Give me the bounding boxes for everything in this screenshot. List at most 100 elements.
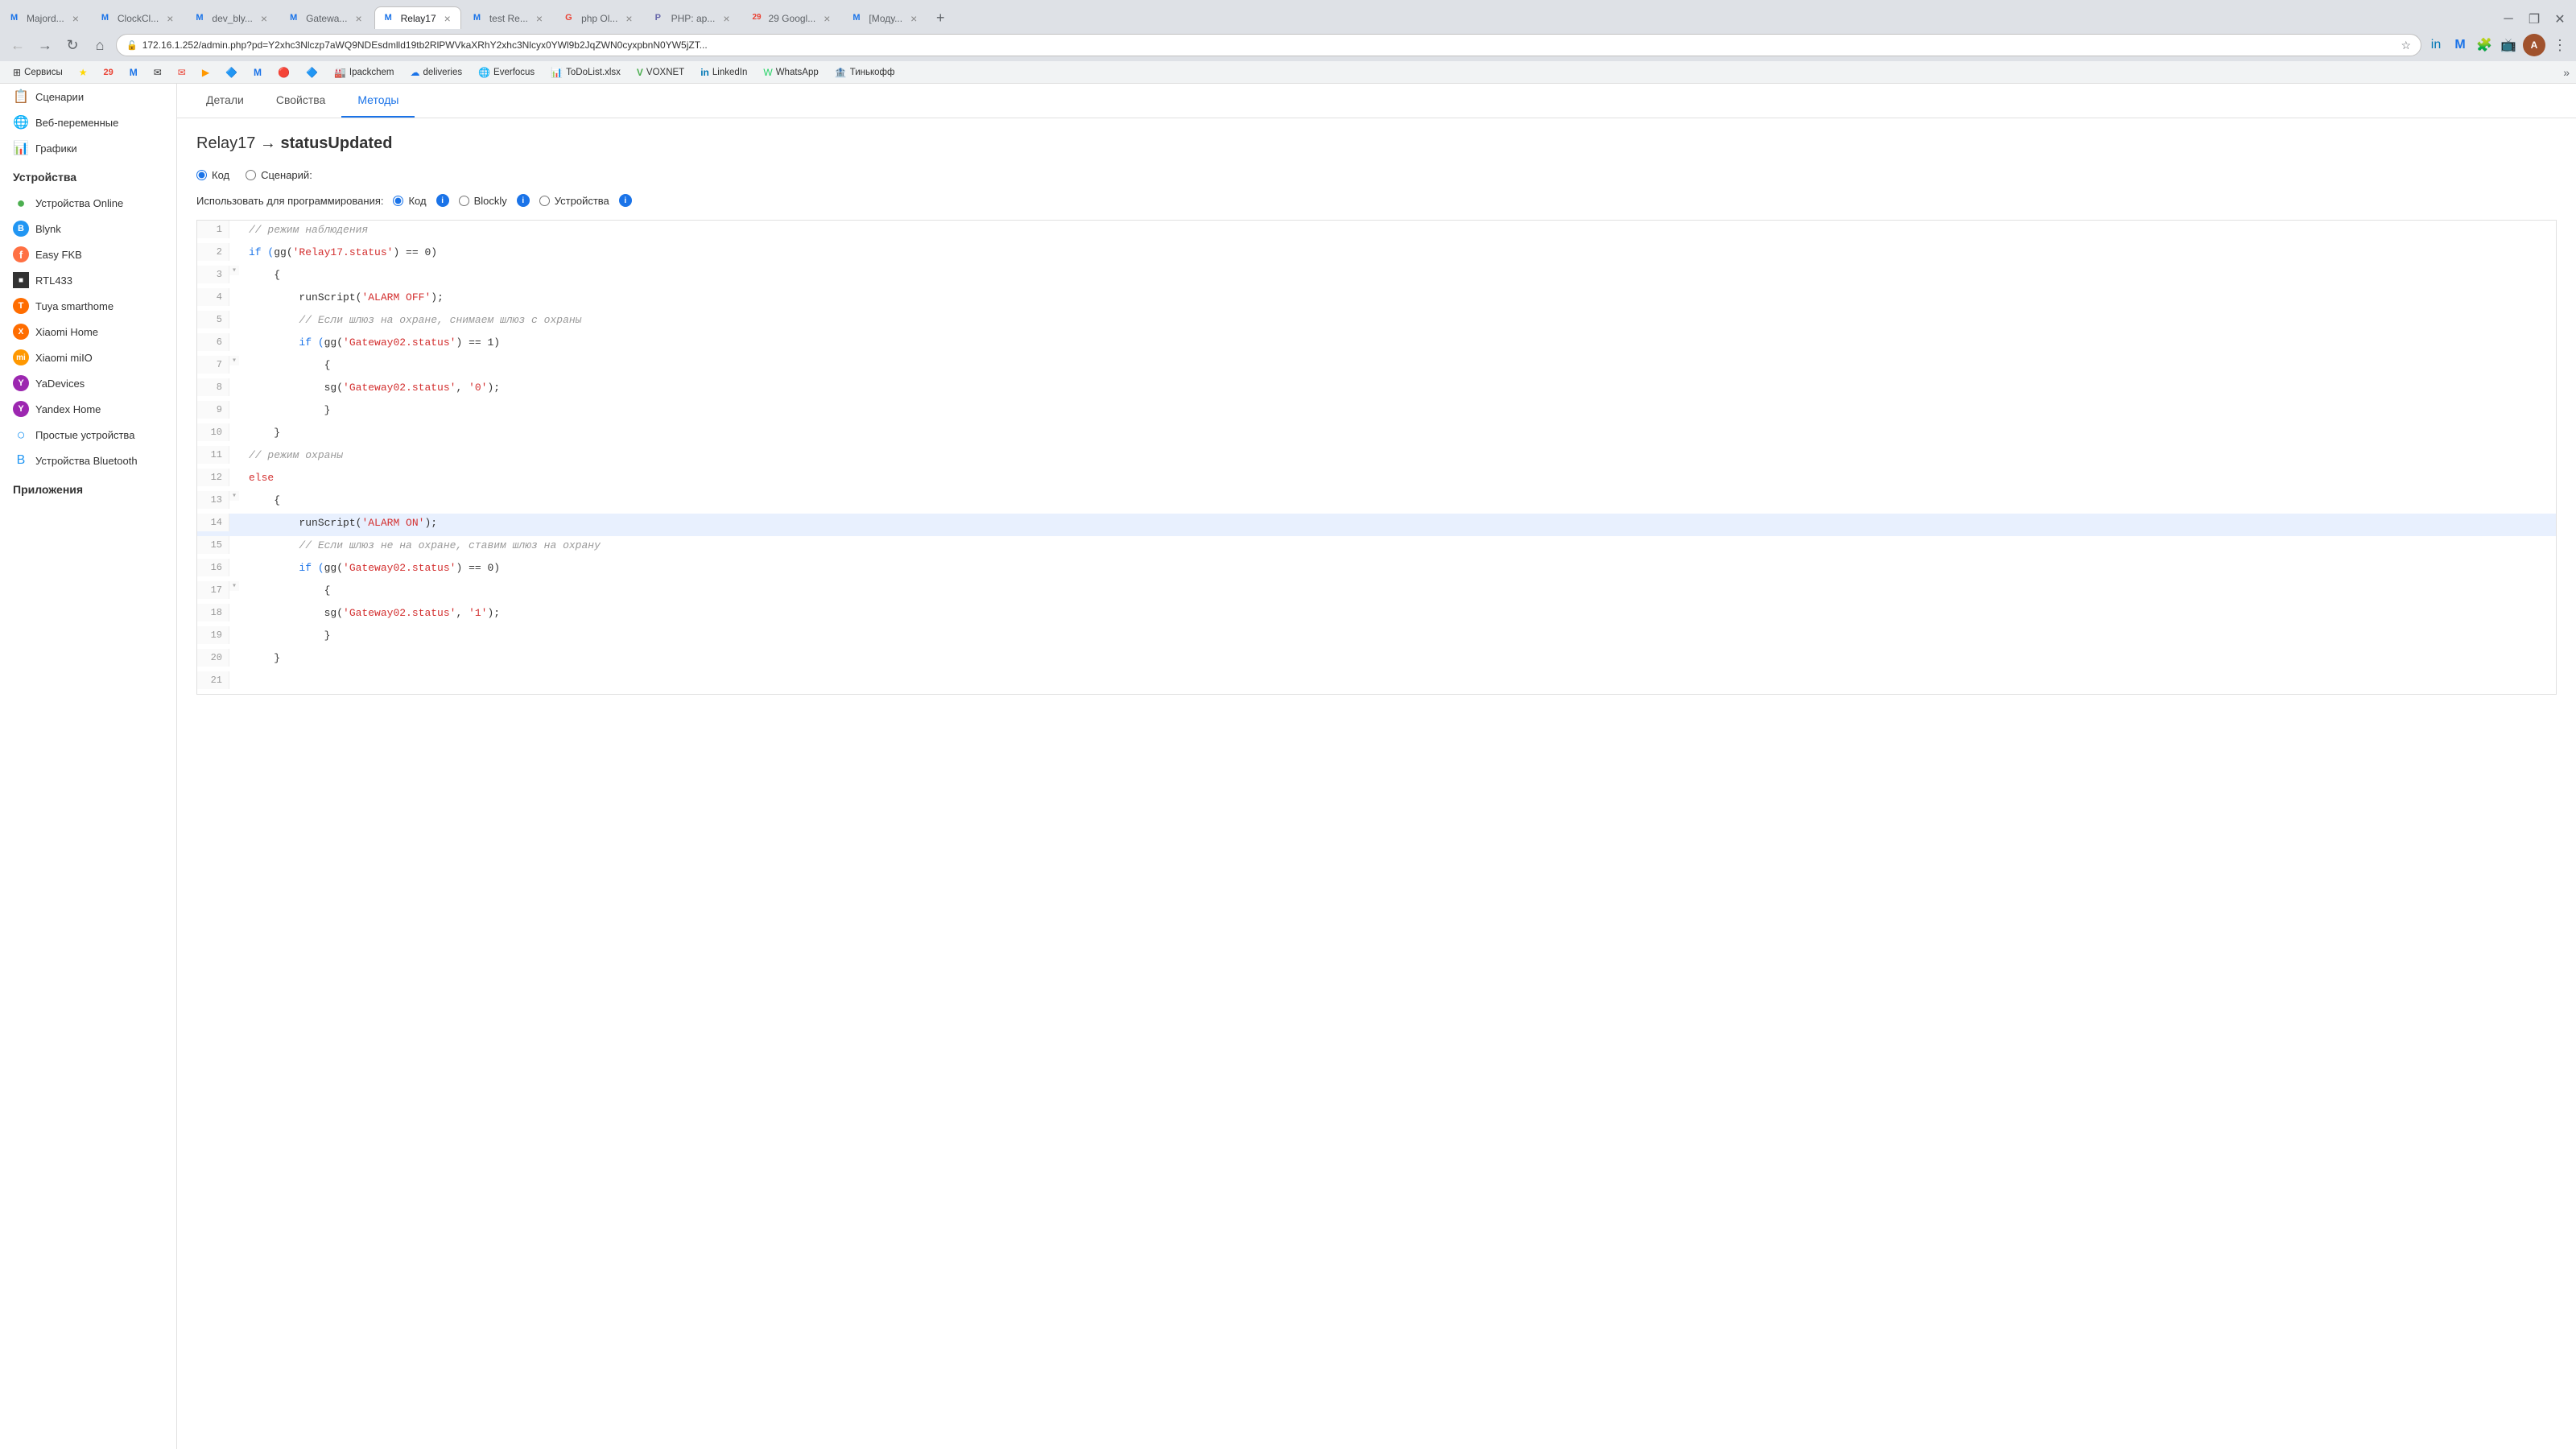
cast-extension[interactable]: 📺 bbox=[2499, 35, 2518, 55]
bookmark-linkedin[interactable]: in LinkedIn bbox=[694, 65, 753, 80]
sidebar-item-simple-devices[interactable]: ○ Простые устройства bbox=[0, 422, 176, 448]
prog-radio-code-input[interactable] bbox=[393, 196, 403, 206]
sidebar-item-yandexhome[interactable]: Y Yandex Home bbox=[0, 396, 176, 422]
prog-radio-devices-input[interactable] bbox=[539, 196, 550, 206]
devices-info-icon[interactable]: i bbox=[619, 194, 632, 207]
tab-details[interactable]: Детали bbox=[190, 84, 260, 118]
radio-scenario[interactable]: Сценарий: bbox=[246, 169, 312, 181]
home-button[interactable]: ⌂ bbox=[89, 34, 111, 56]
tab-majord[interactable]: M Majord... × bbox=[0, 6, 89, 29]
sidebar-item-blynk[interactable]: B Blynk bbox=[0, 216, 176, 242]
bookmark-m1[interactable]: M bbox=[123, 65, 144, 80]
bookmark-tinkoff-icon: 🏦 bbox=[835, 67, 847, 78]
bookmark-whatsapp[interactable]: W WhatsApp bbox=[757, 65, 824, 80]
bookmark-star[interactable]: ★ bbox=[72, 65, 94, 80]
line-marker-17[interactable]: ▾ bbox=[229, 581, 239, 591]
bookmark-mail1[interactable]: ✉ bbox=[147, 65, 168, 80]
tab-properties[interactable]: Свойства bbox=[260, 84, 341, 118]
prog-radio-blockly[interactable]: Blockly bbox=[459, 195, 507, 207]
prog-radio-devices[interactable]: Устройства bbox=[539, 195, 609, 207]
sidebar-item-scenarios[interactable]: 📋 Сценарии bbox=[0, 84, 176, 109]
tab-close-devbly[interactable]: × bbox=[261, 12, 267, 25]
sidebar-item-yadevices[interactable]: Y YaDevices bbox=[0, 370, 176, 396]
minimize-button[interactable]: ─ bbox=[2499, 10, 2518, 29]
radio-scenario-input[interactable] bbox=[246, 170, 256, 180]
profile-button[interactable]: A bbox=[2523, 34, 2545, 56]
bookmark-deliveries-label: deliveries bbox=[423, 68, 463, 77]
tab-clockci[interactable]: M ClockCl... × bbox=[91, 6, 184, 29]
tab-testrel[interactable]: M test Re... × bbox=[463, 6, 553, 29]
bookmark-29[interactable]: 29 bbox=[97, 66, 119, 79]
sidebar-item-easyfkb[interactable]: f Easy FKB bbox=[0, 242, 176, 267]
tab-favicon-gateway: M bbox=[290, 13, 301, 24]
bookmark-todolist[interactable]: 📊 ToDoList.xlsx bbox=[544, 65, 627, 80]
tab-phpap[interactable]: P PHP: ap... × bbox=[645, 6, 741, 29]
line-marker-3[interactable]: ▾ bbox=[229, 266, 239, 275]
menu-button[interactable]: ⋮ bbox=[2550, 35, 2570, 55]
bookmark-gdrive[interactable]: 🔷 bbox=[219, 65, 244, 80]
reload-button[interactable]: ↻ bbox=[61, 34, 84, 56]
bookmark-play[interactable]: ▶ bbox=[196, 65, 216, 80]
radio-code[interactable]: Код bbox=[196, 169, 229, 181]
tab-relay17[interactable]: M Relay17 × bbox=[374, 6, 461, 29]
tab-close-phpol[interactable]: × bbox=[625, 12, 632, 25]
majordomo-extension[interactable]: M bbox=[2450, 35, 2470, 55]
tab-close-gateway[interactable]: × bbox=[355, 12, 361, 25]
tab-google[interactable]: 29 29 Googl... × bbox=[742, 6, 841, 29]
tab-close-clockci[interactable]: × bbox=[167, 12, 173, 25]
puzzle-extension[interactable]: 🧩 bbox=[2475, 35, 2494, 55]
radio-code-input[interactable] bbox=[196, 170, 207, 180]
prog-radio-blockly-input[interactable] bbox=[459, 196, 469, 206]
sidebar-item-tuya[interactable]: T Tuya smarthome bbox=[0, 293, 176, 319]
bookmark-mail2[interactable]: ✉ bbox=[171, 65, 192, 80]
bookmark-blue[interactable]: 🔷 bbox=[299, 65, 324, 80]
new-tab-button[interactable]: + bbox=[929, 6, 952, 29]
tab-modu[interactable]: M [Моду... × bbox=[842, 6, 927, 29]
bookmark-servisy-label: Сервисы bbox=[24, 68, 63, 77]
bookmark-m2[interactable]: M bbox=[247, 65, 268, 80]
sidebar-item-webvars[interactable]: 🌐 Веб-переменные bbox=[0, 109, 176, 135]
tab-methods[interactable]: Методы bbox=[341, 84, 415, 118]
tab-phpol[interactable]: G php Ol... × bbox=[555, 6, 643, 29]
tab-close-majord[interactable]: × bbox=[72, 12, 79, 25]
tab-close-phpap[interactable]: × bbox=[723, 12, 729, 25]
address-input[interactable]: 🔓 172.16.1.252/admin.php?pd=Y2xhc3Nlczp7… bbox=[116, 34, 2421, 56]
tab-close-google[interactable]: × bbox=[824, 12, 830, 25]
prog-radio-code[interactable]: Код bbox=[393, 195, 426, 207]
line-content-19: } bbox=[242, 626, 2556, 645]
tab-gateway[interactable]: M Gatewa... × bbox=[279, 6, 373, 29]
bookmark-voxnet[interactable]: V VOXNET bbox=[630, 65, 691, 80]
close-button[interactable]: ✕ bbox=[2550, 10, 2570, 29]
tab-close-testrel[interactable]: × bbox=[536, 12, 543, 25]
tab-close-relay17[interactable]: × bbox=[444, 12, 451, 25]
sidebar-item-online[interactable]: ● Устройства Online bbox=[0, 190, 176, 216]
sidebar-item-rtl433[interactable]: ■ RTL433 bbox=[0, 267, 176, 293]
tab-close-modu[interactable]: × bbox=[910, 12, 917, 25]
bookmark-ipackchem[interactable]: 🏭 Ipackchem bbox=[328, 65, 401, 80]
maximize-button[interactable]: ❐ bbox=[2524, 10, 2544, 29]
bookmark-everfocus[interactable]: 🌐 Everfocus bbox=[472, 65, 541, 80]
line-marker-7[interactable]: ▾ bbox=[229, 356, 239, 365]
code-info-icon[interactable]: i bbox=[436, 194, 449, 207]
star-icon[interactable]: ☆ bbox=[2401, 39, 2411, 52]
tab-label-gateway: Gatewa... bbox=[306, 13, 347, 24]
line-content-11: // режим охраны bbox=[242, 446, 2556, 464]
sidebar-item-bluetooth[interactable]: Β Устройства Bluetooth bbox=[0, 448, 176, 473]
code-line-19: 19 } bbox=[197, 626, 2556, 649]
linkedin-extension[interactable]: in bbox=[2426, 35, 2446, 55]
sidebar-item-xiaomihome[interactable]: X Xiaomi Home bbox=[0, 319, 176, 345]
tab-devbly[interactable]: M dev_bly... × bbox=[185, 6, 278, 29]
sidebar-item-graphs[interactable]: 📊 Графики bbox=[0, 135, 176, 161]
bookmark-red[interactable]: 🔴 bbox=[271, 65, 296, 80]
forward-button[interactable]: → bbox=[34, 34, 56, 56]
bookmarks-more[interactable]: » bbox=[2563, 66, 2570, 79]
bookmark-tinkoff[interactable]: 🏦 Тинькофф bbox=[828, 65, 902, 80]
line-marker-13[interactable]: ▾ bbox=[229, 491, 239, 501]
back-button[interactable]: ← bbox=[6, 34, 29, 56]
code-line-14: 14 runScript('ALARM ON'); bbox=[197, 514, 2556, 536]
bookmark-deliveries[interactable]: ☁ deliveries bbox=[404, 65, 469, 80]
bookmark-servisy[interactable]: ⊞ Сервисы bbox=[6, 65, 69, 80]
blockly-info-icon[interactable]: i bbox=[517, 194, 530, 207]
bookmark-m1-icon: M bbox=[130, 67, 138, 78]
sidebar-item-xiaomimiio[interactable]: mi Xiaomi miIO bbox=[0, 345, 176, 370]
